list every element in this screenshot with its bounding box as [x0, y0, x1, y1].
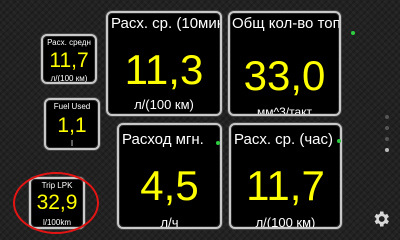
gauge-unit: л/(100 км): [134, 97, 194, 112]
status-dot: [351, 31, 355, 35]
status-dot: [216, 141, 220, 145]
gauge-label: Общ кол-во топл: [232, 15, 339, 32]
page-indicator-dot[interactable]: [385, 115, 389, 119]
gauge-value: 11,7: [49, 49, 89, 72]
gauge-value: 11,7: [246, 162, 325, 209]
gauge-value: 33,0: [243, 52, 326, 99]
gauge-instant-consumption[interactable]: Расход мгн. 4,5 л/ч: [117, 123, 222, 229]
highlight-ring: [13, 172, 99, 234]
gauge-unit: л/(100 км): [255, 215, 316, 229]
page-indicator-dot-active[interactable]: [385, 148, 389, 152]
gauge-fuel-used[interactable]: Fuel Used 1,1 l: [44, 98, 100, 150]
gauge-label: Расх. ср. (час): [234, 131, 334, 148]
page-indicator-dot[interactable]: [385, 137, 389, 141]
gauge-label: Расх. ср. (10мин): [111, 15, 220, 32]
gear-icon[interactable]: [371, 209, 391, 229]
gauge-avg-10min[interactable]: Расх. ср. (10мин) 11,3 л/(100 км): [106, 11, 222, 116]
gauge-unit: l: [71, 139, 73, 148]
gauge-avg-hour[interactable]: Расх. ср. (час) 11,7 л/(100 км): [229, 123, 342, 229]
gauge-label: Fuel Used: [53, 102, 91, 111]
gauge-unit: мм^3/такт: [256, 105, 313, 116]
gauge-label: Расх. средн: [47, 38, 91, 47]
status-dot: [337, 139, 341, 143]
gauge-unit: л/(100 км): [50, 74, 88, 83]
gauge-value: 4,5: [140, 162, 199, 209]
gauge-value: 1,1: [57, 114, 87, 137]
gauge-value: 11,3: [124, 46, 204, 93]
gauge-label: Расход мгн.: [122, 131, 204, 148]
page-indicator-dot[interactable]: [385, 126, 389, 130]
gauge-avg-consumption[interactable]: Расх. средн 11,7 л/(100 км): [41, 34, 97, 84]
gauge-total-fuel[interactable]: Общ кол-во топл 33,0 мм^3/такт: [228, 11, 341, 116]
gauge-unit: л/ч: [160, 215, 179, 229]
